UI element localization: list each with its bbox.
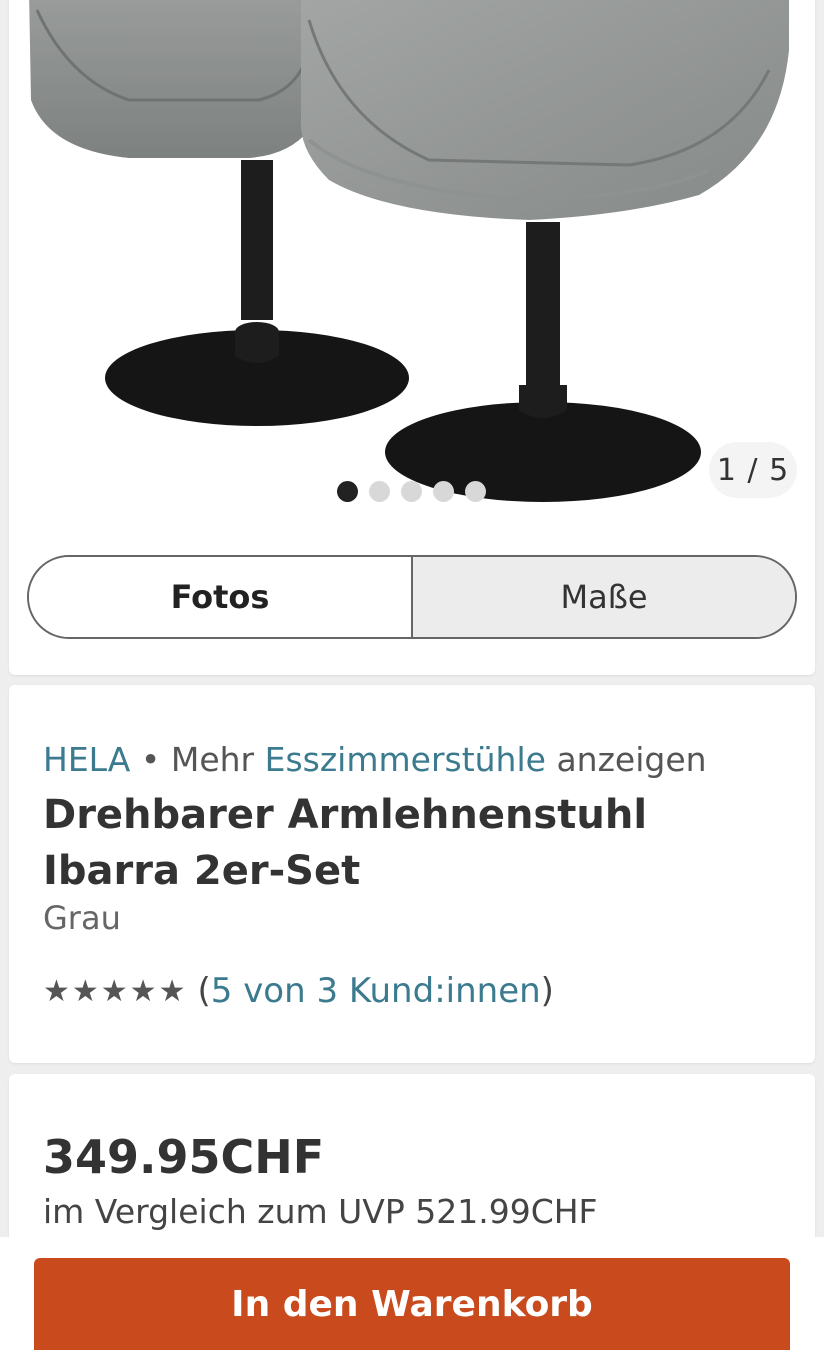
tab-fotos[interactable]: Fotos	[29, 557, 411, 637]
price: 349.95CHF	[43, 1130, 325, 1184]
rating-close-paren: )	[540, 971, 554, 1011]
gallery-tabs: Fotos Maße	[27, 555, 797, 639]
product-page: 1 / 5 Fotos Maße HELA • Mehr Esszimmerst…	[0, 0, 824, 1350]
carousel-dot[interactable]	[401, 481, 422, 502]
brand-line: HELA • Mehr Esszimmerstühle anzeigen	[43, 740, 707, 779]
carousel-dots[interactable]	[337, 481, 486, 502]
carousel-dot[interactable]	[433, 481, 454, 502]
category-link[interactable]: Esszimmerstühle	[265, 740, 546, 779]
more-prefix: Mehr	[170, 740, 255, 779]
tab-masse[interactable]: Maße	[411, 557, 795, 637]
brand-link[interactable]: HELA	[43, 740, 130, 779]
rating-link[interactable]: 5 von 3 Kund:innen	[211, 971, 541, 1011]
product-info-card: HELA • Mehr Esszimmerstühle anzeigen Dre…	[9, 685, 815, 1063]
sticky-cart-bar: In den Warenkorb	[0, 1237, 824, 1350]
carousel-dot[interactable]	[465, 481, 486, 502]
gallery-card: 1 / 5 Fotos Maße	[9, 0, 815, 675]
star-rating-icon: ★★★★★	[43, 973, 188, 1009]
product-color: Grau	[43, 899, 121, 937]
image-counter: 1 / 5	[709, 442, 797, 498]
carousel-dot[interactable]	[369, 481, 390, 502]
rating-open-paren: (	[197, 971, 211, 1011]
rating[interactable]: ★★★★★ ( 5 von 3 Kund:innen )	[43, 971, 554, 1011]
add-to-cart-button[interactable]: In den Warenkorb	[34, 1258, 790, 1350]
separator-bullet: •	[140, 740, 161, 779]
product-image[interactable]	[9, 0, 815, 530]
uvp-comparison: im Vergleich zum UVP 521.99CHF	[43, 1192, 598, 1231]
product-title: Drehbarer Armlehnenstuhl Ibarra 2er-Set	[43, 792, 648, 894]
carousel-dot[interactable]	[337, 481, 358, 502]
more-suffix: anzeigen	[556, 740, 707, 779]
